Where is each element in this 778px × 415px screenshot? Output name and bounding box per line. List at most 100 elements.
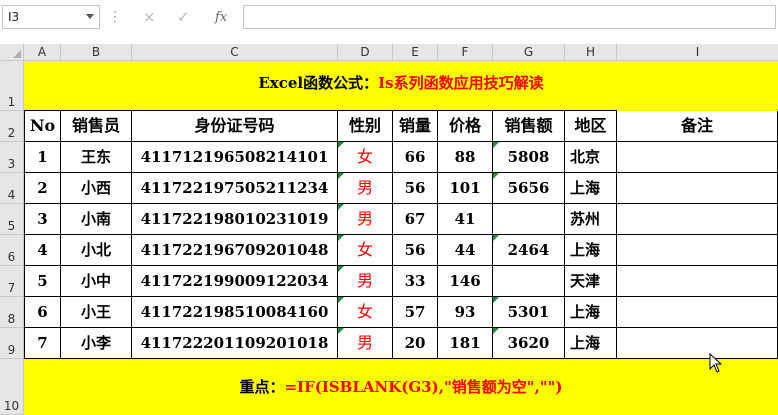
column-header-i[interactable]: I (617, 44, 778, 61)
cell-id-number[interactable]: 411722196709201048 (132, 235, 338, 266)
cell-id-number[interactable]: 411722198010231019 (132, 204, 338, 235)
cell-remark[interactable] (617, 204, 778, 235)
cell-sales-amount[interactable]: 3620 (493, 328, 565, 359)
cell-id-number[interactable]: 411722201109201018 (132, 328, 338, 359)
cell-price[interactable]: 146 (438, 266, 493, 297)
header-cell-sales-amount[interactable]: 销售额 (493, 111, 565, 142)
cell-price[interactable]: 41 (438, 204, 493, 235)
cell-id-number[interactable]: 411722198510084160 (132, 297, 338, 328)
cell-quantity[interactable]: 56 (393, 173, 438, 204)
header-cell-price[interactable]: 价格 (438, 111, 493, 142)
enter-icon[interactable]: ✓ (177, 8, 190, 26)
cell-price[interactable]: 88 (438, 142, 493, 173)
cell-no[interactable]: 2 (24, 173, 61, 204)
cell-remark[interactable] (617, 235, 778, 266)
column-header-d[interactable]: D (338, 44, 393, 61)
header-cell-id-number[interactable]: 身份证号码 (132, 111, 338, 142)
cell-remark[interactable] (617, 266, 778, 297)
cancel-icon[interactable]: × (143, 8, 156, 26)
row-header-2[interactable]: 2 (0, 111, 24, 142)
cell-no[interactable]: 5 (24, 266, 61, 297)
cell-no[interactable]: 6 (24, 297, 61, 328)
cell-gender[interactable]: 女 (338, 297, 393, 328)
cell-sales-amount[interactable]: 2464 (493, 235, 565, 266)
formula-input[interactable] (243, 5, 776, 29)
cell-quantity[interactable]: 57 (393, 297, 438, 328)
cell-region[interactable]: 上海 (565, 173, 617, 204)
cell-gender[interactable]: 男 (338, 328, 393, 359)
header-cell-no[interactable]: No (24, 111, 61, 142)
more-options-icon[interactable]: · · · (113, 6, 117, 28)
column-header-h[interactable]: H (565, 44, 617, 61)
column-header-f[interactable]: F (438, 44, 493, 61)
cell-sales-amount[interactable]: 5301 (493, 297, 565, 328)
cell-sales-amount[interactable] (493, 266, 565, 297)
cell-sales-amount[interactable]: 5808 (493, 142, 565, 173)
cell-price[interactable]: 181 (438, 328, 493, 359)
row-header-6[interactable]: 6 (0, 235, 24, 266)
cell-salesperson[interactable]: 小南 (61, 204, 132, 235)
row-header-9[interactable]: 9 (0, 328, 24, 359)
cell-quantity[interactable]: 33 (393, 266, 438, 297)
row-header-7[interactable]: 7 (0, 266, 24, 297)
cell-id-number[interactable]: 411712196508214101 (132, 142, 338, 173)
cell-salesperson[interactable]: 小北 (61, 235, 132, 266)
header-cell-salesperson[interactable]: 销售员 (61, 111, 132, 142)
cell-region[interactable]: 上海 (565, 328, 617, 359)
row-header-4[interactable]: 4 (0, 173, 24, 204)
cell-quantity[interactable]: 66 (393, 142, 438, 173)
cell-sales-amount[interactable] (493, 204, 565, 235)
row-header-8[interactable]: 8 (0, 297, 24, 328)
cell-region[interactable]: 天津 (565, 266, 617, 297)
header-cell-quantity[interactable]: 销量 (393, 111, 438, 142)
header-cell-region[interactable]: 地区 (565, 111, 617, 142)
cell-id-number[interactable]: 411722197505211234 (132, 173, 338, 204)
cell-gender[interactable]: 女 (338, 235, 393, 266)
cell-salesperson[interactable]: 小中 (61, 266, 132, 297)
cell-remark[interactable] (617, 297, 778, 328)
name-box[interactable]: I3 (2, 5, 100, 29)
column-header-a[interactable]: A (24, 44, 61, 61)
error-indicator-icon (338, 173, 344, 179)
cell-gender[interactable]: 女 (338, 142, 393, 173)
header-cell-gender[interactable]: 性别 (338, 111, 393, 142)
insert-function-icon[interactable]: fx (215, 10, 227, 25)
cell-id-number[interactable]: 411722199009122034 (132, 266, 338, 297)
cell-salesperson[interactable]: 小李 (61, 328, 132, 359)
row-header-1[interactable]: 1 (0, 61, 24, 111)
cell-quantity[interactable]: 56 (393, 235, 438, 266)
select-all-button[interactable] (0, 44, 24, 61)
cell-price[interactable]: 101 (438, 173, 493, 204)
cell-quantity[interactable]: 67 (393, 204, 438, 235)
cell-remark[interactable] (617, 173, 778, 204)
row-header-10[interactable]: 10 (0, 359, 24, 415)
cell-remark[interactable] (617, 328, 778, 359)
header-cell-remark[interactable]: 备注 (617, 111, 778, 142)
cell-no[interactable]: 7 (24, 328, 61, 359)
row-header-5[interactable]: 5 (0, 204, 24, 235)
cell-quantity[interactable]: 20 (393, 328, 438, 359)
row-header-3[interactable]: 3 (0, 142, 24, 173)
cell-no[interactable]: 4 (24, 235, 61, 266)
cell-gender[interactable]: 男 (338, 204, 393, 235)
cell-no[interactable]: 3 (24, 204, 61, 235)
cell-salesperson[interactable]: 小西 (61, 173, 132, 204)
cell-price[interactable]: 93 (438, 297, 493, 328)
cell-salesperson[interactable]: 小王 (61, 297, 132, 328)
cell-region[interactable]: 上海 (565, 235, 617, 266)
cell-price[interactable]: 44 (438, 235, 493, 266)
cell-sales-amount[interactable]: 5656 (493, 173, 565, 204)
column-header-e[interactable]: E (393, 44, 438, 61)
cell-gender[interactable]: 男 (338, 266, 393, 297)
column-header-c[interactable]: C (132, 44, 338, 61)
cell-salesperson[interactable]: 王东 (61, 142, 132, 173)
cell-region[interactable]: 上海 (565, 297, 617, 328)
chevron-down-icon[interactable] (86, 14, 94, 19)
cell-region[interactable]: 北京 (565, 142, 617, 173)
cell-region[interactable]: 苏州 (565, 204, 617, 235)
column-header-g[interactable]: G (493, 44, 565, 61)
column-header-b[interactable]: B (61, 44, 132, 61)
cell-remark[interactable] (617, 142, 778, 173)
cell-no[interactable]: 1 (24, 142, 61, 173)
cell-gender[interactable]: 男 (338, 173, 393, 204)
